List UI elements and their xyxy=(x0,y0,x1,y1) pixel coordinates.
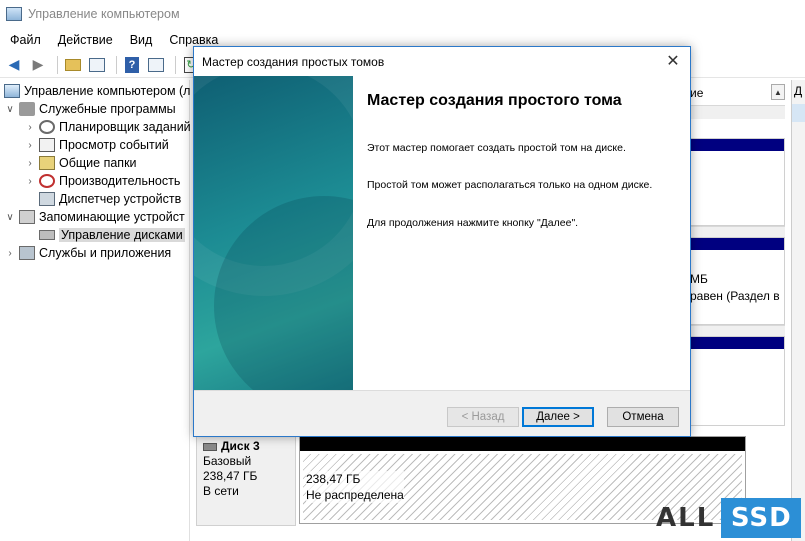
disk-info[interactable]: Диск 3 Базовый 238,47 ГБ В сети xyxy=(196,436,296,526)
partition-header-bar xyxy=(300,437,745,451)
close-icon[interactable]: ✕ xyxy=(662,51,684,71)
help-icon[interactable]: ? xyxy=(122,55,142,75)
disk-management-icon xyxy=(39,230,55,240)
column-header[interactable]: ие xyxy=(690,84,770,102)
tree-item-root[interactable]: Управление компьютером (л xyxy=(4,82,190,100)
show-tree-icon[interactable] xyxy=(87,55,107,75)
tree-item-performance[interactable]: › Производительность xyxy=(24,172,180,190)
chevron-right-icon[interactable]: › xyxy=(24,176,36,187)
disk-icon xyxy=(203,442,217,451)
scroll-up-icon[interactable]: ▲ xyxy=(771,84,785,100)
actions-header: Д xyxy=(794,84,803,98)
performance-icon xyxy=(39,174,55,188)
back-arrow-icon[interactable]: ◀ xyxy=(4,55,24,75)
chevron-down-icon[interactable]: ∨ xyxy=(4,212,16,223)
tree-item-device-manager[interactable]: Диспетчер устройств xyxy=(24,190,181,208)
toolbar-separator xyxy=(57,55,58,74)
tree-item-shared-folders[interactable]: › Общие папки xyxy=(24,154,137,172)
clock-icon xyxy=(39,120,55,134)
actions-pane: Д xyxy=(791,80,805,541)
window-titlebar: Управление компьютером xyxy=(0,0,805,28)
event-log-icon xyxy=(39,138,55,152)
tools-icon xyxy=(19,102,35,116)
wizard-side-banner xyxy=(194,76,353,390)
disk-status: В сети xyxy=(203,484,239,498)
console-tree: Управление компьютером (л ∨ Служебные пр… xyxy=(0,80,191,541)
wizard-heading: Мастер создания простого тома xyxy=(367,92,622,109)
properties-icon[interactable] xyxy=(146,55,166,75)
chevron-down-icon[interactable]: ∨ xyxy=(4,104,16,115)
menu-action[interactable]: Действие xyxy=(48,33,120,47)
shared-folder-icon xyxy=(39,156,55,170)
wizard-content: Мастер создания простого тома Этот масте… xyxy=(353,76,690,390)
chevron-right-icon[interactable]: › xyxy=(4,248,16,259)
chevron-right-icon[interactable]: › xyxy=(24,122,36,133)
allssd-logo: ALL SSD xyxy=(656,498,802,538)
device-manager-icon xyxy=(39,192,55,206)
storage-icon xyxy=(19,210,35,224)
computer-icon xyxy=(4,84,20,98)
tree-item-disk-management[interactable]: Управление дисками xyxy=(24,226,185,244)
tree-item-event-viewer[interactable]: › Просмотр событий xyxy=(24,136,169,154)
wizard-titlebar: Мастер создания простых томов xyxy=(194,47,690,76)
tree-item-system-tools[interactable]: ∨ Служебные программы xyxy=(4,100,176,118)
menu-help[interactable]: Справка xyxy=(159,33,225,47)
wizard-text-note: Простой том может располагаться только н… xyxy=(367,179,653,191)
computer-management-icon xyxy=(6,7,22,21)
logo-text-ssd: SSD xyxy=(721,498,802,538)
volume-status-fragment: равен (Раздел в xyxy=(690,289,780,303)
chevron-right-icon[interactable]: › xyxy=(24,140,36,151)
wizard-text-continue: Для продолжения нажмите кнопку "Далее". xyxy=(367,217,579,229)
services-icon xyxy=(19,246,35,260)
volume-block[interactable] xyxy=(690,138,785,226)
window-title: Управление компьютером xyxy=(28,7,180,21)
partition-status: Не распределена xyxy=(306,488,404,502)
list-gap xyxy=(690,105,785,119)
new-simple-volume-wizard: Мастер создания простых томов ✕ Мастер с… xyxy=(193,46,691,437)
wizard-text-intro: Этот мастер помогает создать простой том… xyxy=(367,142,626,154)
menu-bar: Файл Действие Вид Справка xyxy=(0,30,225,50)
partition-size: 238,47 ГБ xyxy=(306,472,361,486)
tree-item-services[interactable]: › Службы и приложения xyxy=(4,244,171,262)
wizard-title: Мастер создания простых томов xyxy=(202,54,385,69)
actions-selected-item[interactable] xyxy=(792,104,805,122)
chevron-right-icon[interactable]: › xyxy=(24,158,36,169)
disk-type: Базовый xyxy=(203,454,252,468)
logo-text-all: ALL xyxy=(656,503,716,533)
disk-name: Диск 3 xyxy=(221,439,260,453)
up-folder-icon[interactable] xyxy=(63,55,83,75)
disk-size: 238,47 ГБ xyxy=(203,469,258,483)
volume-size-fragment: МБ xyxy=(690,272,708,286)
partition-info: 238,47 ГБ Не распределена xyxy=(306,471,404,503)
forward-arrow-icon[interactable]: ▶ xyxy=(28,55,48,75)
cancel-button[interactable]: Отмена xyxy=(607,407,679,427)
tree-item-storage[interactable]: ∨ Запоминающие устройст xyxy=(4,208,185,226)
back-button[interactable]: < Назад xyxy=(447,407,519,427)
volume-block[interactable] xyxy=(690,336,785,426)
menu-view[interactable]: Вид xyxy=(120,33,160,47)
next-button[interactable]: Далее > xyxy=(522,407,594,427)
menu-file[interactable]: Файл xyxy=(0,33,48,47)
wizard-footer: < Назад Далее > Отмена xyxy=(194,390,690,436)
toolbar-separator xyxy=(175,55,176,74)
tree-item-task-scheduler[interactable]: › Планировщик заданий xyxy=(24,118,191,136)
toolbar-separator xyxy=(116,55,117,74)
